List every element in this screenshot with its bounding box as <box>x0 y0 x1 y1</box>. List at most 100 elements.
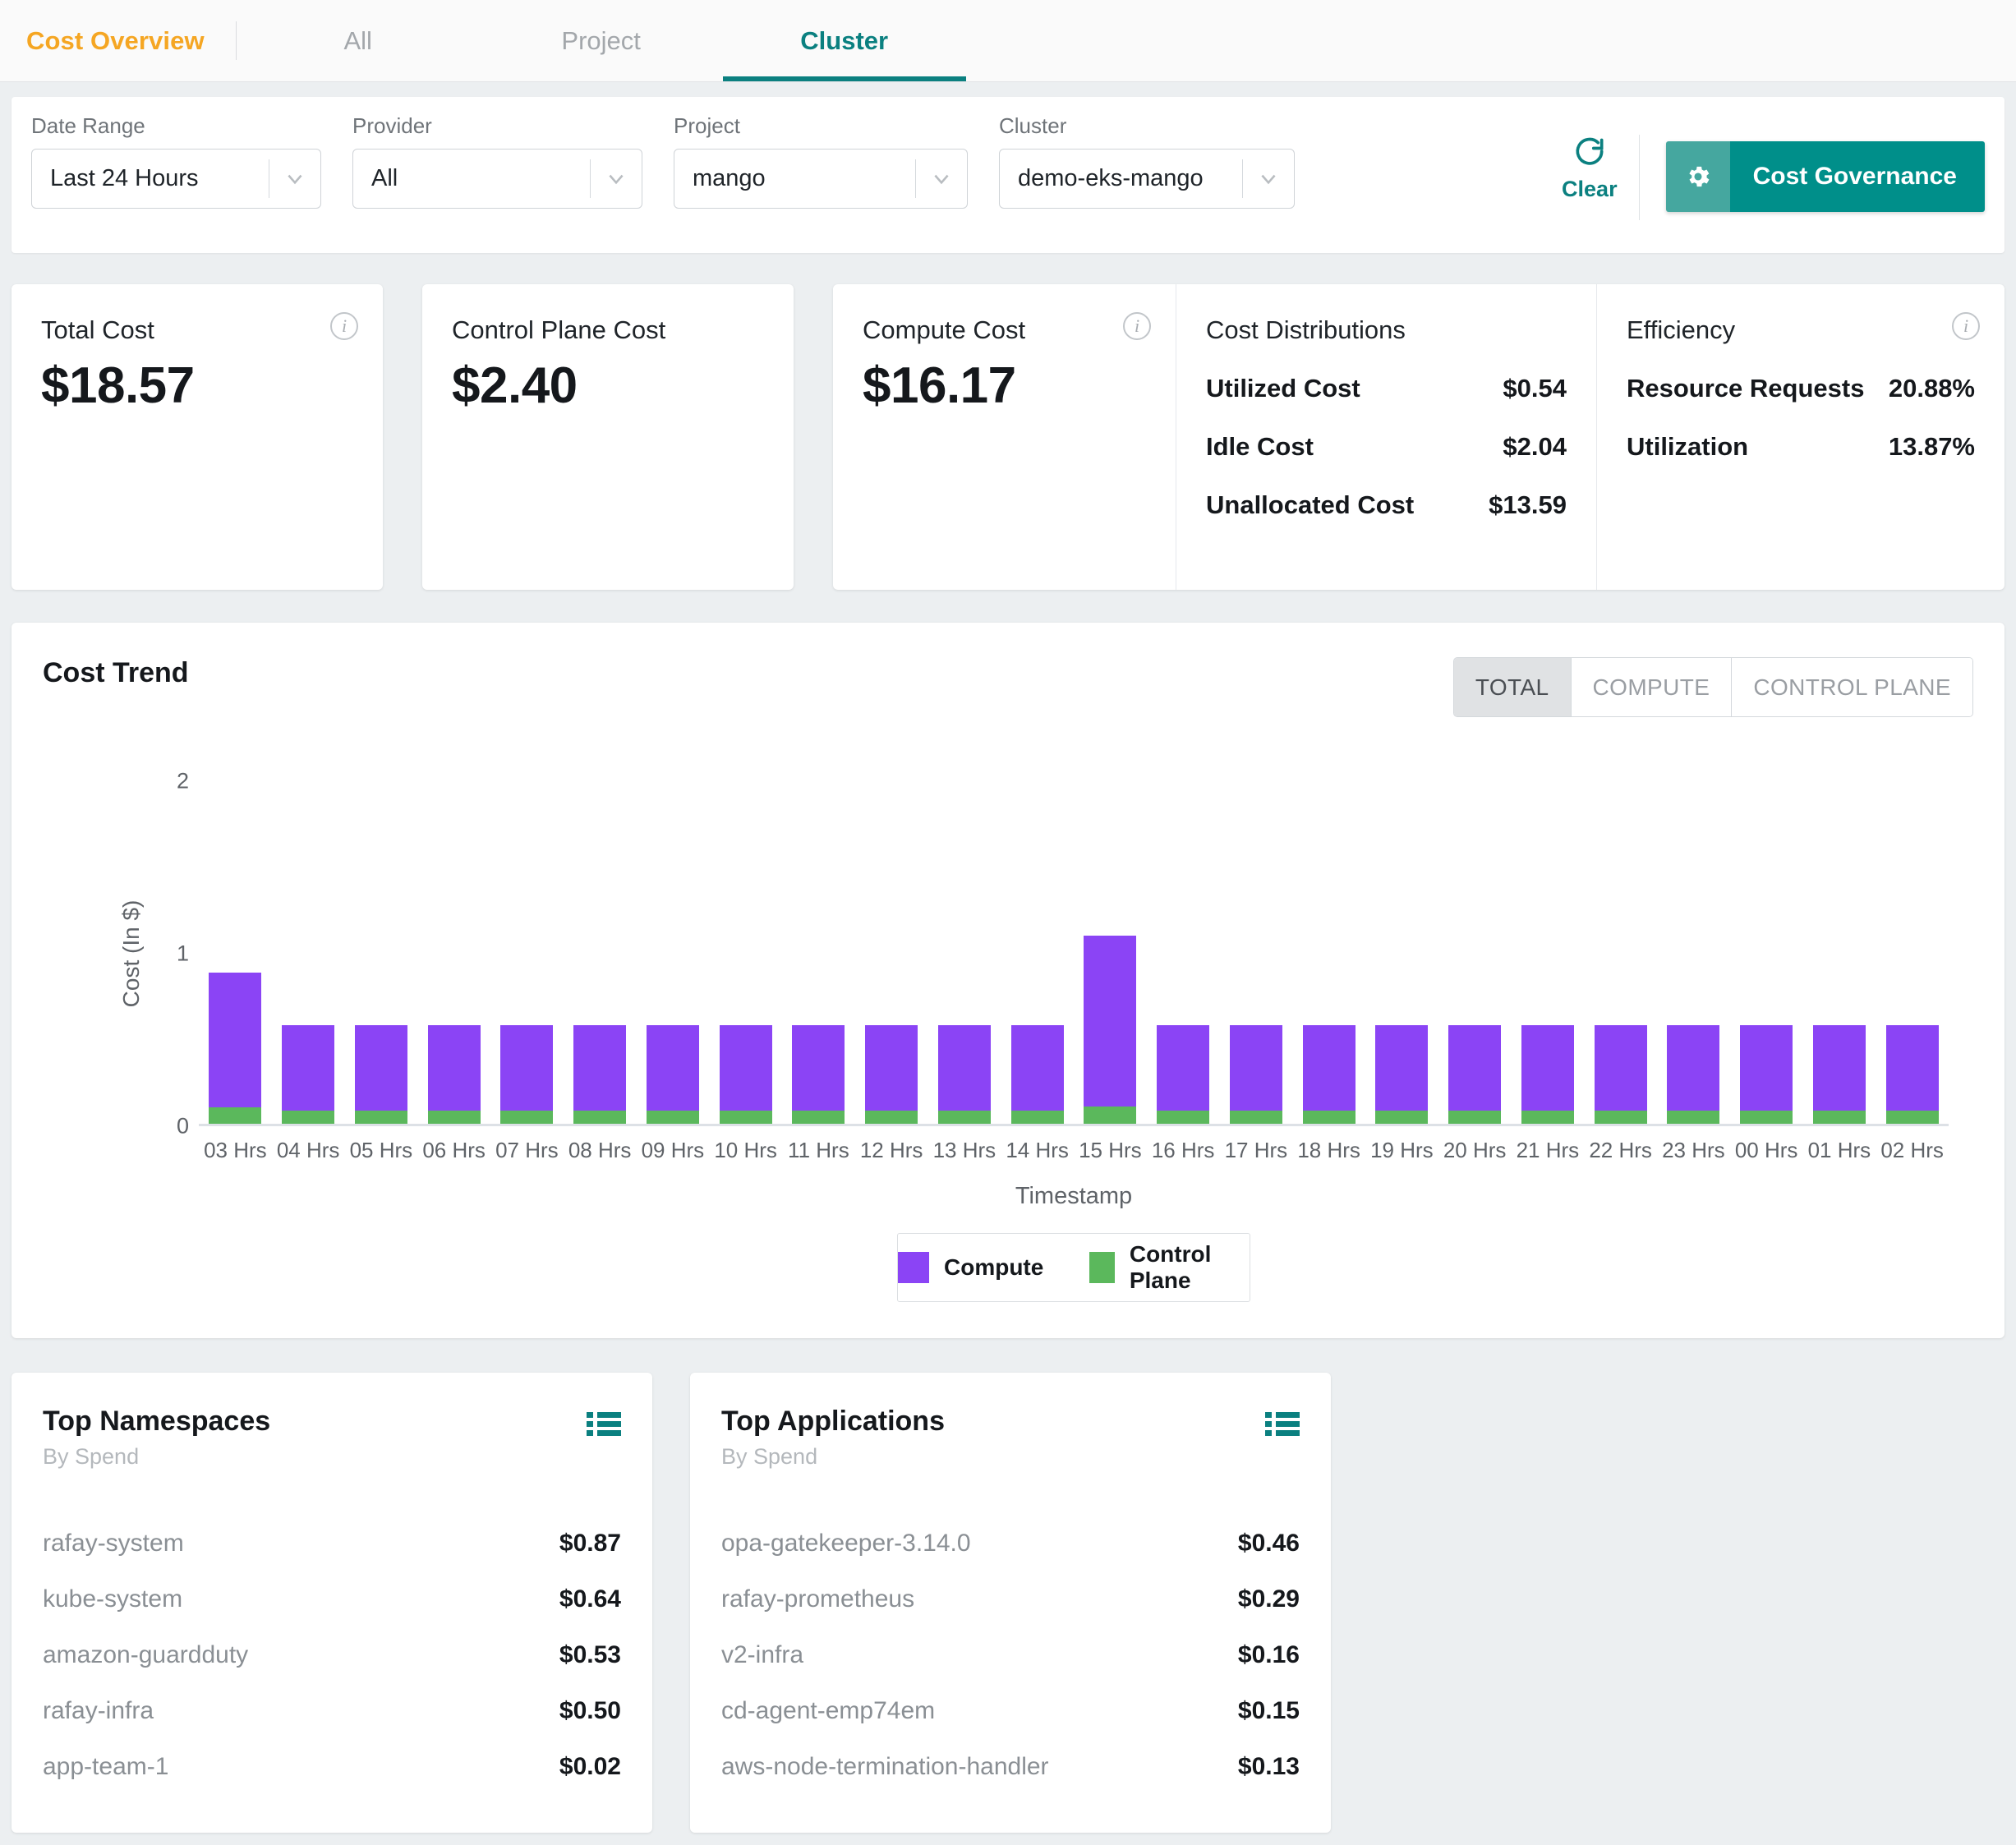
list-item[interactable]: cd-agent-emp74em $0.15 <box>721 1683 1300 1739</box>
top-applications-list: opa-gatekeeper-3.14.0 $0.46 rafay-promethe… <box>721 1516 1300 1795</box>
list-view-icon[interactable] <box>587 1406 621 1442</box>
list-item[interactable]: aws-node-termination-handler $0.13 <box>721 1739 1300 1795</box>
toggle-compute[interactable]: COMPUTE <box>1571 658 1733 716</box>
chart-bar[interactable] <box>490 781 564 1124</box>
cluster-select[interactable]: demo-eks-mango <box>999 149 1295 209</box>
tab-cluster-label: Cluster <box>800 25 889 55</box>
x-axis-tick: 20 Hrs <box>1443 1138 1507 1162</box>
toggle-total[interactable]: TOTAL <box>1453 658 1572 716</box>
list-view-icon[interactable] <box>1265 1406 1300 1442</box>
namespace-name: amazon-guardduty <box>43 1641 249 1668</box>
x-axis-tick: 07 Hrs <box>495 1138 559 1162</box>
date-range-label: Date Range <box>31 113 145 138</box>
chart-bar[interactable] <box>417 781 490 1124</box>
application-value: $0.13 <box>1237 1753 1300 1780</box>
bar-segment-compute <box>1740 1024 1793 1111</box>
list-item[interactable]: opa-gatekeeper-3.14.0 $0.46 <box>721 1516 1300 1571</box>
bar-segment-control-plane <box>792 1111 845 1124</box>
filter-bar: Date Range Last 24 Hours Provider All Pr… <box>12 97 2004 253</box>
card-top-namespaces: Top Namespaces By Spend rafay-system $0.8… <box>12 1373 652 1833</box>
list-item[interactable]: rafay-infra $0.50 <box>43 1683 621 1739</box>
chart-bar[interactable] <box>855 781 928 1124</box>
table-row: Idle Cost $2.04 <box>1206 432 1567 462</box>
bar-segment-control-plane <box>1594 1111 1647 1124</box>
bar-segment-compute <box>573 1024 627 1111</box>
chart-bar[interactable] <box>272 781 345 1124</box>
x-axis-tick: 14 Hrs <box>1006 1138 1069 1162</box>
legend-item[interactable]: Control Plane <box>1089 1241 1250 1294</box>
chart-bar[interactable] <box>1730 781 1803 1124</box>
chart-bar[interactable] <box>199 781 272 1124</box>
card-efficiency: i Efficiency Resource Requests 20.88% Ut… <box>1597 284 2004 590</box>
utilization-label: Utilization <box>1627 432 1749 461</box>
page-title: Cost Overview <box>26 25 205 55</box>
bar-segment-compute <box>865 1024 918 1111</box>
chart-bar[interactable] <box>1074 781 1147 1124</box>
list-item[interactable]: rafay-system $0.87 <box>43 1516 621 1571</box>
toggle-control-plane[interactable]: CONTROL PLANE <box>1732 658 1972 716</box>
tab-project[interactable]: Project <box>480 0 723 81</box>
bar-segment-compute <box>937 1024 991 1111</box>
provider-label: Provider <box>352 113 432 138</box>
project-select[interactable]: mango <box>674 149 968 209</box>
chevron-down-icon <box>591 168 642 190</box>
info-icon[interactable]: i <box>1123 312 1151 340</box>
top-applications-header: Top Applications By Spend <box>721 1406 1300 1470</box>
chart-bar[interactable] <box>709 781 782 1124</box>
x-axis-tick: 23 Hrs <box>1662 1138 1725 1162</box>
provider-select[interactable]: All <box>352 149 642 209</box>
chart-bar[interactable] <box>1001 781 1074 1124</box>
list-item[interactable]: v2-infra $0.16 <box>721 1627 1300 1683</box>
info-icon[interactable]: i <box>330 312 358 340</box>
bar-segment-compute <box>1667 1024 1720 1111</box>
x-axis-tick: 02 Hrs <box>1880 1138 1944 1162</box>
chart-bar[interactable] <box>1147 781 1220 1124</box>
tab-project-label: Project <box>561 25 641 55</box>
cluster-value: demo-eks-mango <box>1018 165 1204 191</box>
list-item[interactable]: amazon-guardduty $0.53 <box>43 1627 621 1683</box>
list-item[interactable]: rafay-prometheus $0.29 <box>721 1571 1300 1627</box>
list-item[interactable]: app-team-1 $0.02 <box>43 1739 621 1795</box>
unallocated-cost-value: $13.59 <box>1489 490 1567 519</box>
chart-bar[interactable] <box>1803 781 1876 1124</box>
chart-bar[interactable] <box>782 781 855 1124</box>
compute-cost-title: Compute Cost <box>863 315 1026 344</box>
chart-bar[interactable] <box>637 781 710 1124</box>
chart-bar[interactable] <box>1584 781 1657 1124</box>
tab-cluster[interactable]: Cluster <box>722 0 966 81</box>
toggle-total-label: TOTAL <box>1475 674 1549 700</box>
chart-bar[interactable] <box>1438 781 1512 1124</box>
clear-filters-button[interactable]: Clear <box>1540 135 1639 202</box>
chart-bar[interactable] <box>1657 781 1730 1124</box>
chart-bar[interactable] <box>1365 781 1438 1124</box>
tab-all[interactable]: All <box>237 0 480 81</box>
x-axis-tick: 11 Hrs <box>788 1138 849 1162</box>
date-range-select[interactable]: Last 24 Hours <box>31 149 321 209</box>
chart-bar[interactable] <box>1876 781 1949 1124</box>
cost-governance-button[interactable]: Cost Governance <box>1665 141 1985 212</box>
utilization-value: 13.87% <box>1888 432 1975 461</box>
chart-bar[interactable] <box>928 781 1001 1124</box>
tab-list: All Project Cluster <box>237 0 966 81</box>
chart-bar[interactable] <box>1512 781 1585 1124</box>
bar-segment-control-plane <box>1521 1111 1574 1124</box>
chart-bar[interactable] <box>564 781 637 1124</box>
chevron-down-icon <box>269 168 320 190</box>
chart-bar[interactable] <box>1292 781 1365 1124</box>
bar-segment-compute <box>719 1024 772 1111</box>
filter-bar-container: Date Range Last 24 Hours Provider All Pr… <box>0 82 2016 253</box>
legend-item[interactable]: Compute <box>898 1252 1043 1283</box>
application-name: cd-agent-emp74em <box>721 1697 936 1724</box>
chart-bar[interactable] <box>345 781 418 1124</box>
list-item[interactable]: kube-system $0.64 <box>43 1571 621 1627</box>
resource-requests-label: Resource Requests <box>1627 374 1865 403</box>
chart-bar[interactable] <box>1220 781 1293 1124</box>
legend-swatch <box>898 1252 929 1283</box>
x-axis-tick: 10 Hrs <box>714 1138 777 1162</box>
bar-segment-control-plane <box>1812 1111 1866 1124</box>
bar-segment-compute <box>1885 1024 1939 1111</box>
y-axis-tick: 2 <box>176 768 189 794</box>
application-name: v2-infra <box>721 1641 804 1668</box>
x-axis-tick: 08 Hrs <box>568 1138 632 1162</box>
info-icon[interactable]: i <box>1952 312 1980 340</box>
